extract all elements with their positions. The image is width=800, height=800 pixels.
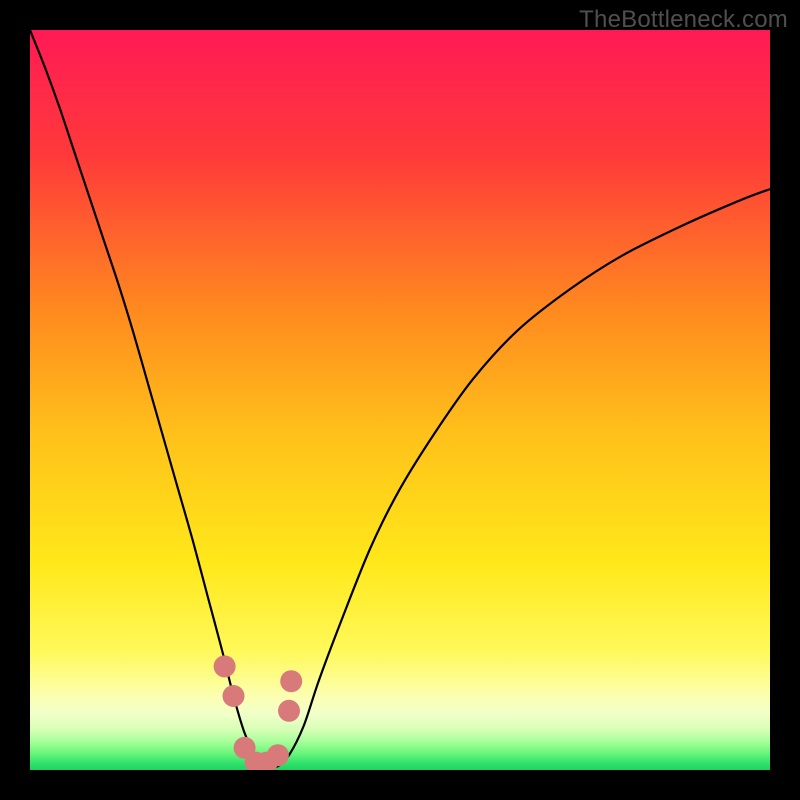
highlight-dot [280, 670, 302, 692]
watermark-text: TheBottleneck.com [579, 6, 788, 34]
highlight-dot [214, 655, 236, 677]
highlight-dot [278, 700, 300, 722]
plot-svg [30, 30, 770, 770]
highlight-dot [267, 744, 289, 766]
gradient-background [30, 30, 770, 770]
plot-area [30, 30, 770, 770]
chart-container: TheBottleneck.com [0, 0, 800, 800]
highlight-dot [223, 685, 245, 707]
